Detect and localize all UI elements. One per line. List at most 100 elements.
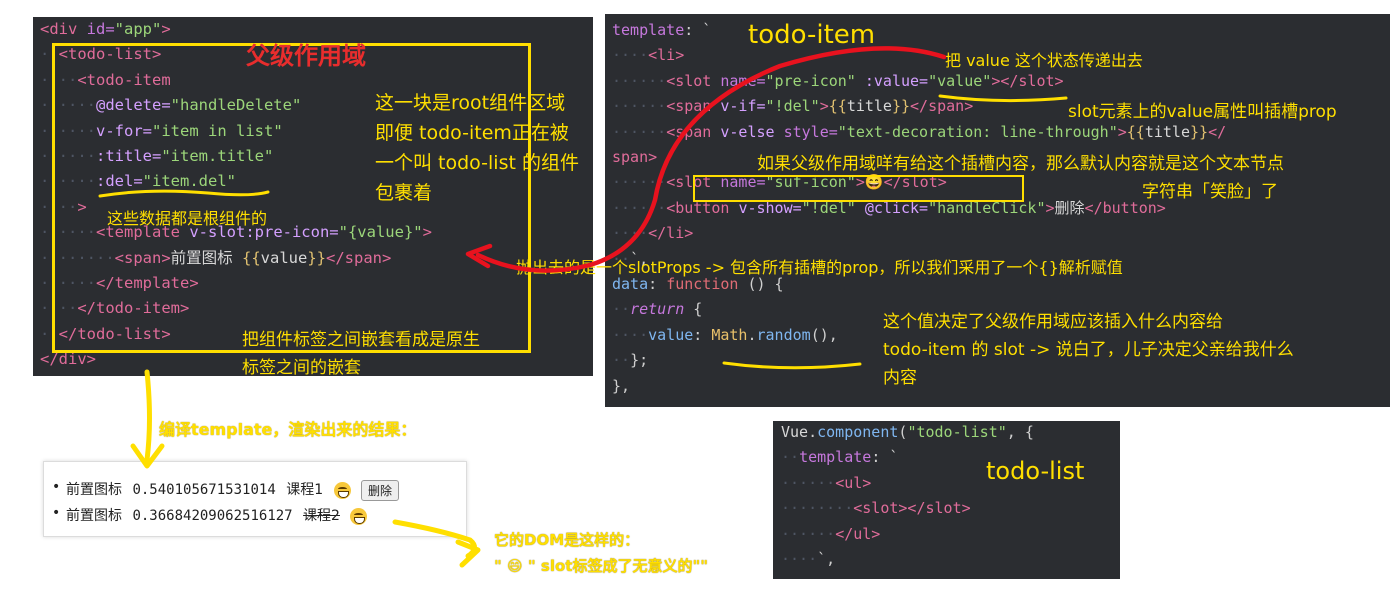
list-item: • 前置图标 0.540105671531014 课程1 删除 [52, 479, 400, 501]
code-token: ·· [612, 351, 631, 370]
code-line: ····`, [781, 547, 1034, 572]
code-token: { [684, 300, 703, 319]
code-line: ····</li> [612, 221, 1226, 246]
code-token: "todo-list" [907, 423, 1007, 441]
root-area-line: 包裹着 [375, 182, 433, 204]
code-token: > [161, 20, 171, 38]
code-token: : [693, 325, 712, 344]
code-token: v-if= [720, 97, 766, 116]
code-token: ······ [612, 122, 667, 141]
code-token: `, [817, 550, 836, 569]
code-token: > [819, 97, 829, 116]
code-token: <span [666, 97, 721, 116]
code-token: ······ [781, 524, 836, 543]
bullet-icon: • [52, 479, 61, 495]
random-value: 0.540105671531014 [132, 482, 276, 498]
dom-like-note: 它的DOM是这样的： [494, 531, 640, 549]
code-token: ······ [612, 198, 667, 217]
yellow-down-arrow [144, 369, 152, 463]
code-token: Vue [781, 423, 809, 441]
slot-props-note: 抛出去的是一个slotProps -> 包含所有插槽的prop，所以我们采用了一… [516, 258, 1123, 277]
slot-prop-note: slot元素上的value属性叫插槽prop [1068, 102, 1337, 122]
default-content-note: 如果父级作用域咩有给这个插槽内容，那么默认内容就是这个文本节点 [757, 154, 1284, 174]
code-token: : ` [684, 21, 712, 39]
code-token: </li> [648, 224, 694, 243]
code-token: ······ [781, 473, 836, 492]
code-token: span> [612, 148, 658, 167]
code-token: {{ [1126, 122, 1145, 141]
code-token: ···· [612, 224, 649, 243]
code-line: <div id="app"> [40, 17, 432, 42]
rendered-result: • 前置图标 0.540105671531014 课程1 删除 • 前置图标 0… [43, 461, 467, 537]
code-token: > [1117, 122, 1127, 141]
code-token: "app" [114, 20, 162, 38]
yellow-dom-arrowhead [455, 539, 481, 568]
value-decides-2: todo-item 的 slot -> 说白了，儿子决定父亲给我什么 [883, 340, 1294, 360]
code-token: "!del" [765, 97, 820, 116]
nested-note-2: 标签之间的嵌套 [242, 358, 361, 378]
code-token: </span> [910, 97, 974, 116]
code-token: }} [891, 97, 911, 116]
code-token: ···· [781, 550, 818, 569]
code-token: </ [1208, 122, 1227, 141]
smile-emoji-icon [333, 481, 351, 499]
prefix-label: 前置图标 [66, 508, 122, 524]
code-token: template [799, 448, 872, 467]
code-token: "text-decoration: line-through" [837, 122, 1118, 141]
compile-result-note: 编译template，渲染出来的结果： [159, 420, 417, 439]
code-line: Vue.component("todo-list", { [781, 420, 1034, 445]
root-area-line: 即便 todo-item正在被 [375, 122, 569, 144]
suf-icon-slot-box [693, 175, 1024, 202]
code-token: random [756, 325, 811, 344]
course-title: 课程1 [286, 482, 324, 498]
bullet-icon: • [52, 505, 61, 521]
code-token: ></slot> [991, 71, 1064, 90]
code-token: {{ [828, 97, 847, 116]
code-token: title [1144, 122, 1190, 141]
value-decides-1: 这个值决定了父级作用域应该插入什么内容给 [883, 312, 1223, 332]
prefix-label: 前置图标 [66, 482, 122, 498]
code-token: <span [666, 122, 721, 141]
code-token: ···· [612, 325, 649, 344]
code-line: ······<slot name="pre-icon" :value="valu… [612, 69, 1226, 94]
code-token: ······ [612, 71, 667, 90]
code-token: . [808, 423, 818, 441]
todo-item-title: todo-item [748, 20, 876, 50]
code-line: }, [612, 374, 1226, 399]
code-token: template [612, 21, 685, 39]
code-token: component [817, 423, 899, 441]
code-token: <slot></slot> [853, 499, 971, 518]
code-token: ···· [612, 46, 649, 65]
data-from-root-note: 这些数据都是根组件的 [107, 209, 268, 228]
code-token: Math [711, 325, 748, 344]
code-token: : ` [871, 448, 899, 467]
code-token: </ul> [835, 524, 881, 543]
code-token: ······ [612, 97, 667, 116]
code-token: <div [40, 20, 87, 38]
code-token: ·· [781, 448, 800, 467]
random-value: 0.36684209062516127 [132, 508, 293, 524]
code-token: > [1045, 198, 1055, 217]
code-token: ······ [612, 173, 667, 192]
nested-note-1: 把组件标签之间嵌套看成是原生 [242, 330, 480, 350]
todo-list-title: todo-list [986, 457, 1085, 485]
delete-button[interactable]: 删除 [361, 479, 400, 501]
code-line: template: ` [612, 18, 1226, 43]
smile-emoji-icon [350, 507, 368, 525]
code-token: ·· [612, 300, 631, 319]
root-area-note: 这一块是root组件区域 即便 todo-item正在被 一个叫 todo-li… [375, 88, 579, 208]
course-title: 课程2 [303, 508, 340, 524]
code-token: return [630, 300, 685, 319]
code-line: ······<span v-else style="text-decoratio… [612, 120, 1226, 145]
code-token: <ul> [835, 473, 872, 492]
code-token: name= [720, 71, 766, 90]
smile-string-note: 字符串「笑脸」了 [1142, 182, 1278, 202]
pass-value-note: 把 value 这个状态传递出去 [945, 51, 1143, 70]
code-line: ········<slot></slot> [781, 496, 1034, 521]
code-token: }; [630, 351, 649, 370]
code-token: }, [612, 376, 631, 395]
code-line: ······</ul> [781, 522, 1034, 547]
code-token: :value= [864, 71, 929, 90]
code-token: title [846, 97, 892, 116]
